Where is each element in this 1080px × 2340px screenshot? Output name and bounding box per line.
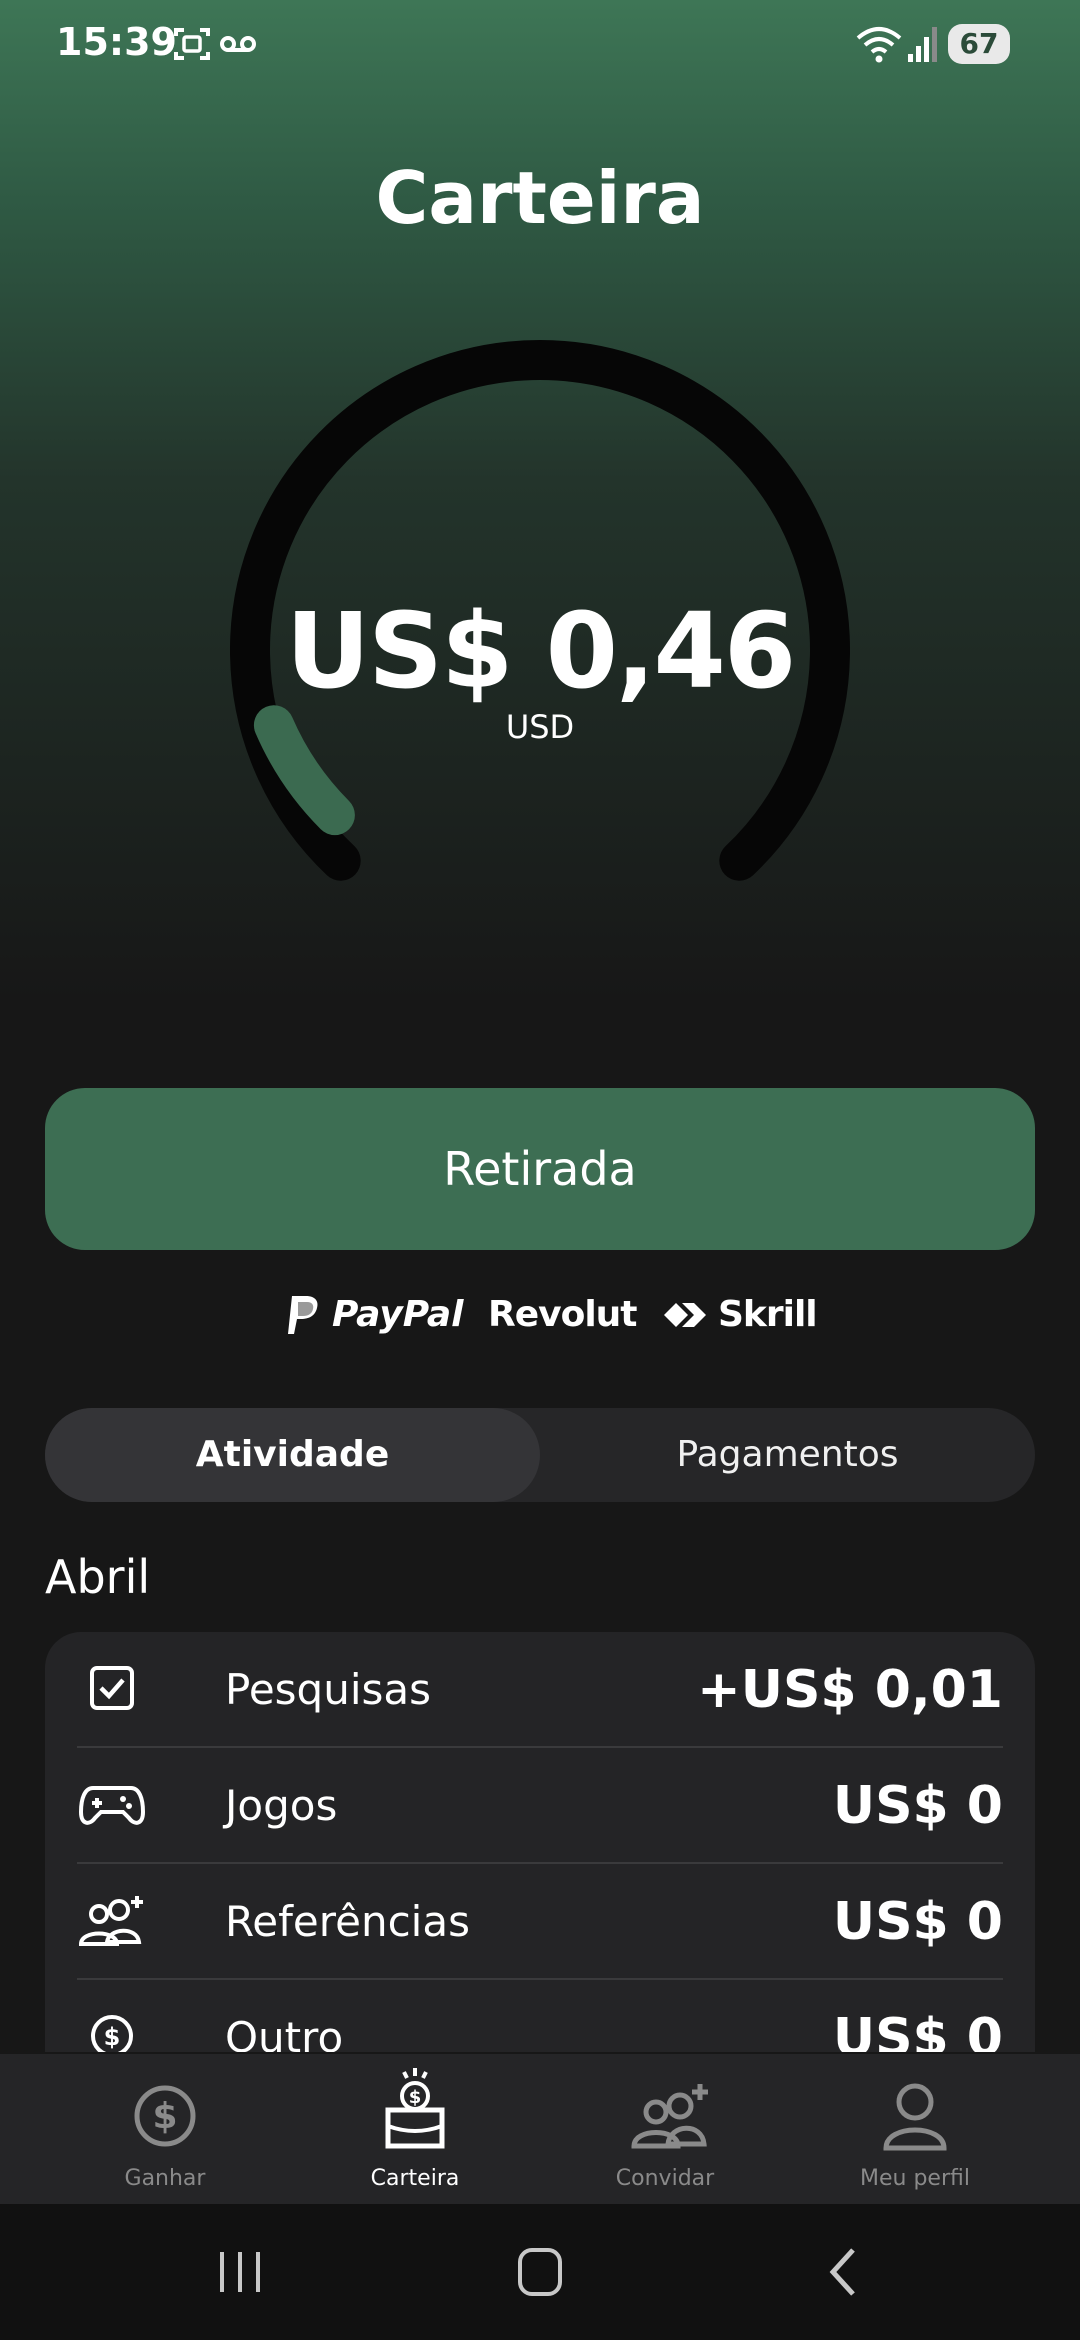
activity-row-surveys[interactable]: Pesquisas +US$ 0,01 bbox=[77, 1632, 1003, 1748]
page-title: Carteira bbox=[375, 156, 705, 240]
tab-activity[interactable]: Atividade bbox=[45, 1408, 540, 1502]
status-bar: 15:39 67 bbox=[0, 0, 1080, 90]
wallet-icon: $ bbox=[385, 2068, 445, 2149]
checkbox-icon bbox=[90, 1666, 134, 1710]
balance-currency: USD bbox=[505, 708, 575, 746]
nav-label: Ganhar bbox=[124, 2166, 206, 2191]
tab-payments[interactable]: Pagamentos bbox=[540, 1408, 1035, 1502]
back-icon[interactable] bbox=[815, 2244, 875, 2300]
activity-label: Pesquisas bbox=[225, 1665, 432, 1714]
voicemail-icon bbox=[220, 36, 256, 52]
nav-label: Meu perfil bbox=[860, 2166, 970, 2191]
dollar-icon: $ bbox=[134, 2085, 196, 2147]
activity-row-other[interactable]: $ Outro US$ 0 bbox=[77, 1980, 1003, 2052]
bottom-nav: $ Ganhar $ Carteira Convidar Meu perfil bbox=[0, 2054, 1080, 2204]
activity-label: Outro bbox=[225, 2013, 344, 2052]
activity-row-games[interactable]: Jogos US$ 0 bbox=[77, 1748, 1003, 1864]
payment-providers: PayPal Revolut Skrill bbox=[0, 1290, 1080, 1340]
activity-amount: +US$ 0,01 bbox=[697, 1660, 1003, 1720]
skrill-icon bbox=[664, 1303, 706, 1327]
activity-amount: US$ 0 bbox=[832, 1776, 1003, 1836]
activity-amount: US$ 0 bbox=[832, 2008, 1003, 2052]
signal-icon bbox=[908, 27, 937, 62]
provider-skrill: Skrill bbox=[718, 1294, 818, 1335]
month-heading: Abril bbox=[45, 1550, 151, 1604]
provider-revolut: Revolut bbox=[488, 1294, 638, 1335]
profile-icon bbox=[883, 2083, 947, 2151]
nav-wallet[interactable]: $ Carteira bbox=[280, 2054, 550, 2204]
activity-amount: US$ 0 bbox=[832, 1892, 1003, 1952]
invite-icon bbox=[631, 2084, 708, 2149]
home-icon[interactable] bbox=[510, 2244, 570, 2300]
system-nav-bar bbox=[0, 2204, 1080, 2340]
referrals-icon bbox=[78, 1896, 143, 1946]
screenshot-icon bbox=[174, 28, 210, 60]
provider-paypal: PayPal bbox=[332, 1294, 464, 1335]
balance-amount: US$ 0,46 bbox=[285, 590, 797, 712]
svg-text:$: $ bbox=[104, 2023, 121, 2051]
svg-text:$: $ bbox=[152, 2096, 177, 2137]
paypal-icon bbox=[288, 1296, 318, 1334]
activity-tabs: Atividade Pagamentos bbox=[45, 1408, 1035, 1502]
svg-text:$: $ bbox=[409, 2087, 422, 2108]
withdraw-button[interactable]: Retirada bbox=[45, 1088, 1035, 1250]
recent-apps-icon[interactable] bbox=[210, 2244, 270, 2300]
wifi-icon bbox=[856, 27, 902, 63]
activity-label: Jogos bbox=[225, 1781, 338, 1830]
status-time: 15:39 bbox=[56, 20, 177, 64]
activity-label: Referências bbox=[225, 1897, 470, 1946]
dollar-coin-icon: $ bbox=[91, 2015, 133, 2052]
nav-label: Carteira bbox=[370, 2166, 460, 2191]
activity-card: Pesquisas +US$ 0,01 Jogos US$ 0 Referênc… bbox=[45, 1632, 1035, 2052]
nav-profile[interactable]: Meu perfil bbox=[780, 2054, 1050, 2204]
gamepad-icon bbox=[78, 1786, 146, 1825]
nav-invite[interactable]: Convidar bbox=[530, 2054, 800, 2204]
nav-label: Convidar bbox=[615, 2166, 715, 2191]
battery-indicator: 67 bbox=[948, 24, 1010, 64]
nav-earn[interactable]: $ Ganhar bbox=[30, 2054, 300, 2204]
activity-row-referrals[interactable]: Referências US$ 0 bbox=[77, 1864, 1003, 1980]
